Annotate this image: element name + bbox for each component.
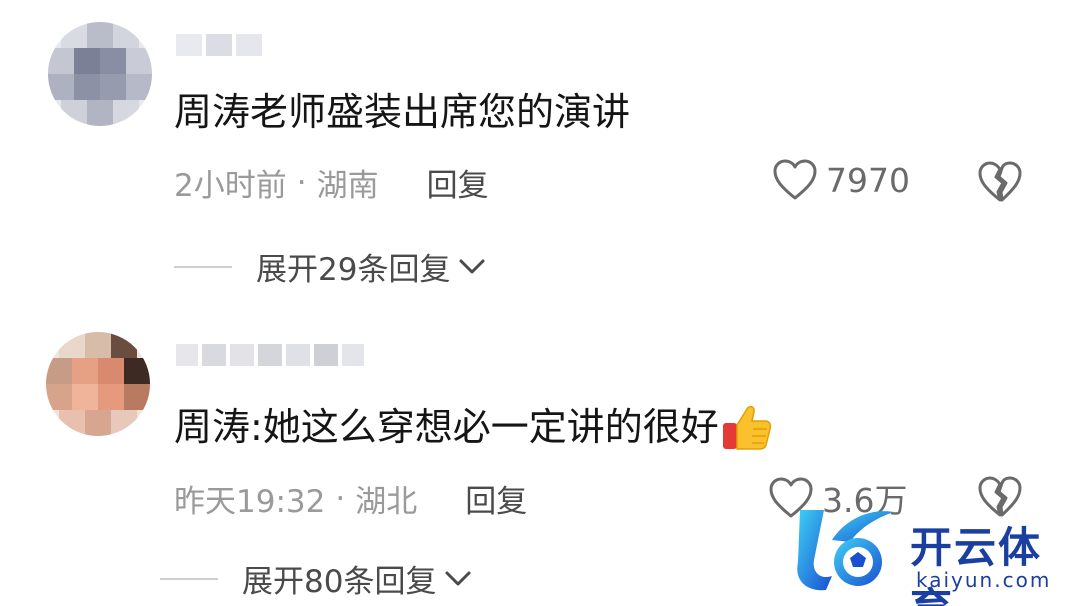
kaiyun-logo-icon	[797, 510, 894, 591]
comment-time: 2小时前	[174, 168, 287, 204]
comment-text: 周涛:她这么穿想必一定讲的很好	[174, 401, 773, 453]
chevron-down-icon	[459, 259, 485, 273]
like-button[interactable]: 7970	[772, 158, 910, 202]
chevron-down-icon	[445, 571, 471, 585]
watermark-url: kaiyun.com	[916, 568, 1052, 592]
expand-replies-button[interactable]: 展开29条回复	[174, 244, 486, 289]
comment-time: 昨天19:32	[174, 484, 326, 520]
expand-replies-label: 展开80条回复	[242, 564, 437, 600]
expand-replies-button[interactable]: 展开80条回复	[160, 556, 472, 601]
like-count: 7970	[826, 160, 910, 200]
meta-separator: ·	[296, 164, 307, 201]
comment-item: 周涛老师盛装出席您的演讲 2小时前 · 湖南 回复 7970 展开29条回复	[0, 0, 1080, 300]
reply-button[interactable]: 回复	[427, 160, 489, 205]
reply-button[interactable]: 回复	[465, 476, 527, 521]
divider-line	[160, 577, 218, 580]
divider-line	[174, 265, 232, 268]
watermark-title: 开云体育	[910, 523, 1043, 606]
comment-meta: 昨天19:32 · 湖北 回复	[174, 476, 527, 521]
heart-icon	[773, 159, 817, 200]
avatar[interactable]	[46, 332, 150, 436]
comment-location: 湖南	[316, 168, 379, 204]
broken-heart-icon[interactable]	[976, 158, 1024, 204]
username[interactable]	[176, 340, 364, 370]
comment-text-content: 周涛:她这么穿想必一定讲的很好	[174, 405, 719, 449]
watermark: 开云体育 kaiyun.com	[790, 500, 1080, 606]
avatar[interactable]	[48, 22, 152, 126]
comment-location: 湖北	[355, 484, 418, 520]
comment-meta: 2小时前 · 湖南 回复	[174, 160, 489, 205]
username[interactable]	[176, 30, 262, 60]
thumbs-up-icon	[722, 405, 771, 450]
meta-separator: ·	[335, 480, 346, 517]
expand-replies-label: 展开29条回复	[256, 252, 451, 288]
comment-text: 周涛老师盛装出席您的演讲	[174, 88, 630, 136]
comment-text-content: 周涛老师盛装出席您的演讲	[174, 90, 631, 134]
